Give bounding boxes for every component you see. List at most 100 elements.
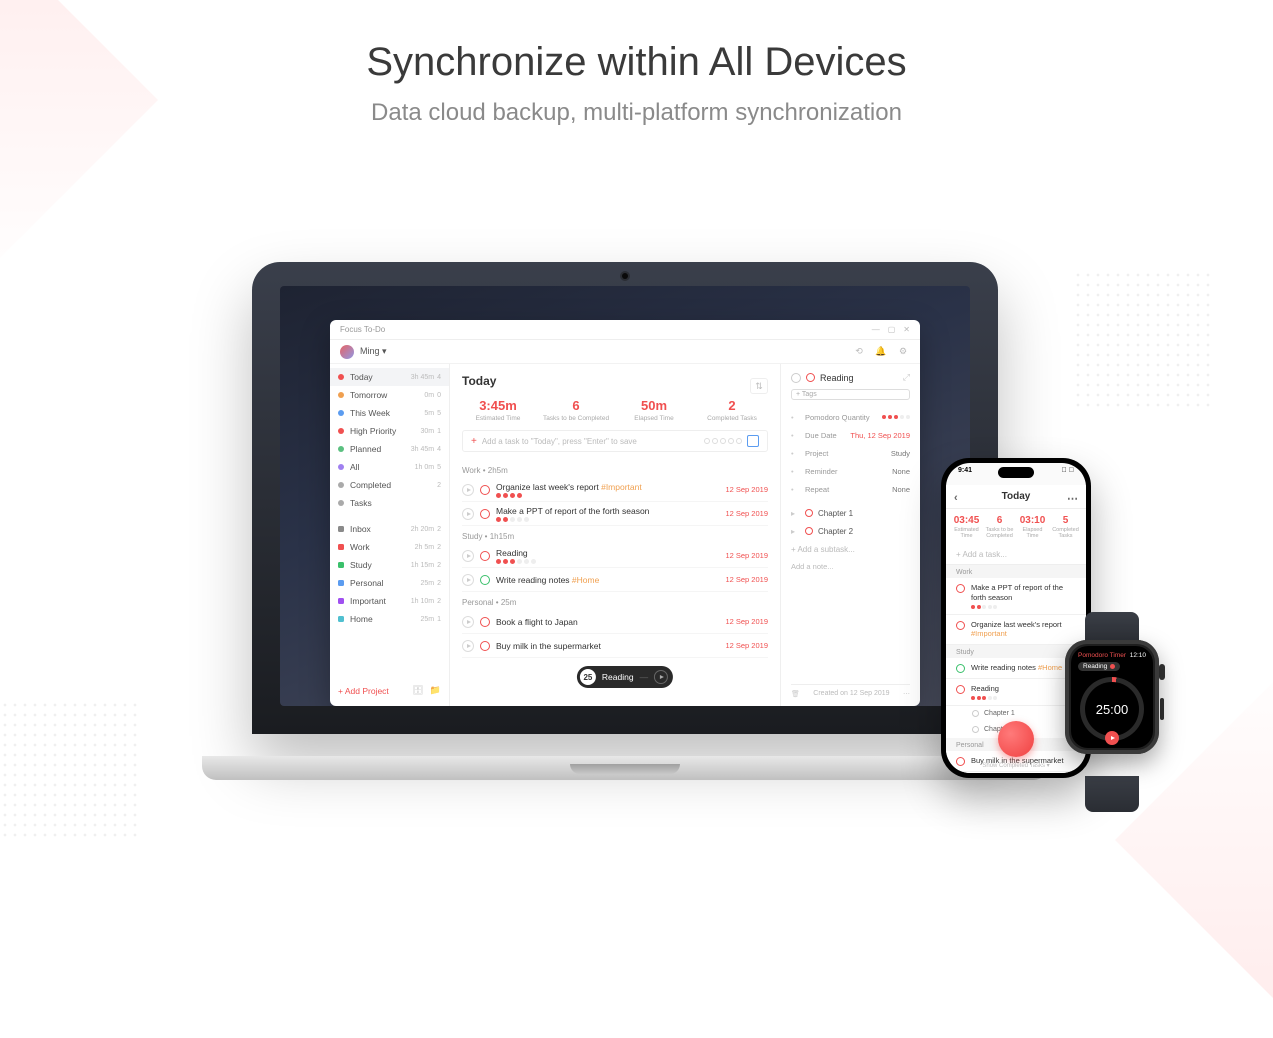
play-icon[interactable] bbox=[462, 640, 474, 652]
play-icon[interactable]: ▸ bbox=[791, 509, 801, 518]
expand-icon[interactable]: ⤢ bbox=[903, 372, 910, 383]
archive-icon[interactable]: 🗄 bbox=[412, 685, 423, 696]
fab-start-timer[interactable] bbox=[998, 721, 1034, 757]
sidebar-item-tomorrow[interactable]: Tomorrow0m0 bbox=[330, 386, 449, 404]
subtask-checkbox[interactable] bbox=[972, 710, 979, 717]
task-checkbox[interactable] bbox=[480, 617, 490, 627]
task-row[interactable]: Organize last week's report #Important12… bbox=[462, 478, 768, 502]
minimize-button[interactable]: — bbox=[872, 325, 880, 334]
play-icon[interactable] bbox=[1105, 731, 1119, 745]
play-icon[interactable] bbox=[654, 670, 668, 684]
delete-icon[interactable]: 🗑 bbox=[791, 690, 800, 698]
bell-icon[interactable]: 🔔 bbox=[874, 345, 888, 359]
detail-field-project[interactable]: •ProjectStudy bbox=[791, 444, 910, 462]
play-icon[interactable] bbox=[791, 373, 801, 383]
subtask-checkbox[interactable] bbox=[805, 527, 813, 535]
more-icon[interactable]: ⋯ bbox=[1067, 492, 1078, 505]
play-icon[interactable] bbox=[462, 484, 474, 496]
task-checkbox[interactable] bbox=[956, 685, 965, 694]
watch-time: 12:10 bbox=[1130, 652, 1146, 659]
phone-task-row[interactable]: Make a PPT of report of the forth season bbox=[946, 578, 1086, 615]
phone-add-task[interactable]: + Add a task... bbox=[946, 545, 1086, 565]
laptop-mockup: Focus To-Do — ▢ ✕ Ming ▾ ⟲ 🔔 ⚙ bbox=[252, 262, 998, 762]
task-row[interactable]: Make a PPT of report of the forth season… bbox=[462, 502, 768, 526]
task-checkbox[interactable] bbox=[956, 664, 965, 673]
calendar-icon[interactable] bbox=[747, 435, 759, 447]
sidebar-project-important[interactable]: Important1h 10m2 bbox=[330, 592, 449, 610]
maximize-button[interactable]: ▢ bbox=[888, 325, 896, 334]
task-row[interactable]: Buy milk in the supermarket 12 Sep 2019 bbox=[462, 634, 768, 658]
avatar[interactable] bbox=[340, 345, 354, 359]
sidebar-project-study[interactable]: Study1h 15m2 bbox=[330, 556, 449, 574]
sync-icon[interactable]: ⟲ bbox=[852, 345, 866, 359]
phone-stat: 03:10Elapsed Time bbox=[1016, 515, 1049, 539]
mini-timer-bar[interactable]: 25 Reading — bbox=[577, 666, 673, 688]
subtask-row[interactable]: ▸Chapter 1 bbox=[791, 504, 910, 522]
project-color-icon bbox=[338, 598, 344, 604]
add-task-input[interactable]: + Add a task to "Today", press "Enter" t… bbox=[462, 430, 768, 452]
add-project-button[interactable]: + Add Project bbox=[338, 686, 389, 696]
calendar-icon: • bbox=[791, 431, 801, 440]
sidebar: Today3h 45m4Tomorrow0m0This Week5m5High … bbox=[330, 364, 450, 706]
phone-stat: 6Tasks to be Completed bbox=[983, 515, 1016, 539]
add-subtask[interactable]: + Add a subtask... bbox=[791, 540, 910, 558]
add-note[interactable]: Add a note... bbox=[791, 562, 910, 568]
detail-field-pomodoro-quantity[interactable]: •Pomodoro Quantity bbox=[791, 408, 910, 426]
task-checkbox[interactable] bbox=[480, 575, 490, 585]
subtask-row[interactable]: ▸Chapter 2 bbox=[791, 522, 910, 540]
play-icon[interactable] bbox=[462, 550, 474, 562]
sidebar-item-completed[interactable]: Completed2 bbox=[330, 476, 449, 494]
detail-panel: Reading ⤢ + Tags •Pomodoro Quantity•Due … bbox=[780, 364, 920, 706]
task-checkbox[interactable] bbox=[956, 621, 965, 630]
subtask-checkbox[interactable] bbox=[972, 726, 979, 733]
sidebar-item-high-priority[interactable]: High Priority30m1 bbox=[330, 422, 449, 440]
play-icon[interactable] bbox=[462, 508, 474, 520]
decorative-dots-tr bbox=[1073, 270, 1213, 410]
watch-task-chip[interactable]: Reading bbox=[1078, 662, 1120, 671]
play-icon[interactable] bbox=[462, 574, 474, 586]
gear-icon[interactable]: ⚙ bbox=[896, 345, 910, 359]
task-row[interactable]: Reading 12 Sep 2019 bbox=[462, 544, 768, 568]
play-icon[interactable]: ▸ bbox=[791, 527, 801, 536]
close-button[interactable]: ✕ bbox=[903, 325, 910, 334]
task-checkbox[interactable] bbox=[480, 509, 490, 519]
sidebar-project-work[interactable]: Work2h 5m2 bbox=[330, 538, 449, 556]
sidebar-item-planned[interactable]: Planned3h 45m4 bbox=[330, 440, 449, 458]
filter-icon[interactable]: ⇅ bbox=[750, 378, 768, 394]
sidebar-item-tasks[interactable]: Tasks bbox=[330, 494, 449, 512]
task-group-header: Study • 1h15m bbox=[462, 532, 768, 541]
back-icon[interactable]: ‹ bbox=[954, 492, 958, 504]
more-icon[interactable]: ⋯ bbox=[903, 690, 910, 698]
phone-stat: 03:45Estimated Time bbox=[950, 515, 983, 539]
sidebar-project-personal[interactable]: Personal25m2 bbox=[330, 574, 449, 592]
task-checkbox[interactable] bbox=[480, 641, 490, 651]
task-checkbox[interactable] bbox=[480, 551, 490, 561]
detail-field-due-date[interactable]: •Due DateThu, 12 Sep 2019 bbox=[791, 426, 910, 444]
today-icon bbox=[338, 374, 344, 380]
add-tag-chip[interactable]: + Tags bbox=[791, 389, 910, 400]
subtask-checkbox[interactable] bbox=[805, 509, 813, 517]
planned-icon bbox=[338, 446, 344, 452]
username-dropdown[interactable]: Ming ▾ bbox=[360, 346, 387, 357]
play-icon[interactable] bbox=[462, 616, 474, 628]
sidebar-item-all[interactable]: All1h 0m5 bbox=[330, 458, 449, 476]
tomato-icon: • bbox=[791, 413, 801, 422]
folder-icon[interactable]: 📁 bbox=[430, 685, 441, 696]
tomorrow-icon bbox=[338, 392, 344, 398]
detail-field-reminder[interactable]: •ReminderNone bbox=[791, 462, 910, 480]
camera-icon bbox=[622, 273, 628, 279]
task-checkbox[interactable] bbox=[480, 485, 490, 495]
task-row[interactable]: Book a flight to Japan 12 Sep 2019 bbox=[462, 610, 768, 634]
main-panel: Today ⇅ 3:45mEstimated Time6Tasks to be … bbox=[450, 364, 780, 706]
sidebar-project-home[interactable]: Home25m1 bbox=[330, 610, 449, 628]
task-row[interactable]: Write reading notes #Home12 Sep 2019 bbox=[462, 568, 768, 592]
sidebar-item-this-week[interactable]: This Week5m5 bbox=[330, 404, 449, 422]
sidebar-project-inbox[interactable]: Inbox2h 20m2 bbox=[330, 520, 449, 538]
task-checkbox[interactable] bbox=[806, 373, 815, 382]
sidebar-item-today[interactable]: Today3h 45m4 bbox=[330, 368, 449, 386]
detail-field-repeat[interactable]: •RepeatNone bbox=[791, 480, 910, 498]
task-checkbox[interactable] bbox=[956, 584, 965, 593]
timer-minutes: 25 bbox=[580, 669, 596, 685]
pomodoro-estimate-icon[interactable] bbox=[704, 438, 742, 444]
stat-card: 2Completed Tasks bbox=[696, 398, 768, 422]
